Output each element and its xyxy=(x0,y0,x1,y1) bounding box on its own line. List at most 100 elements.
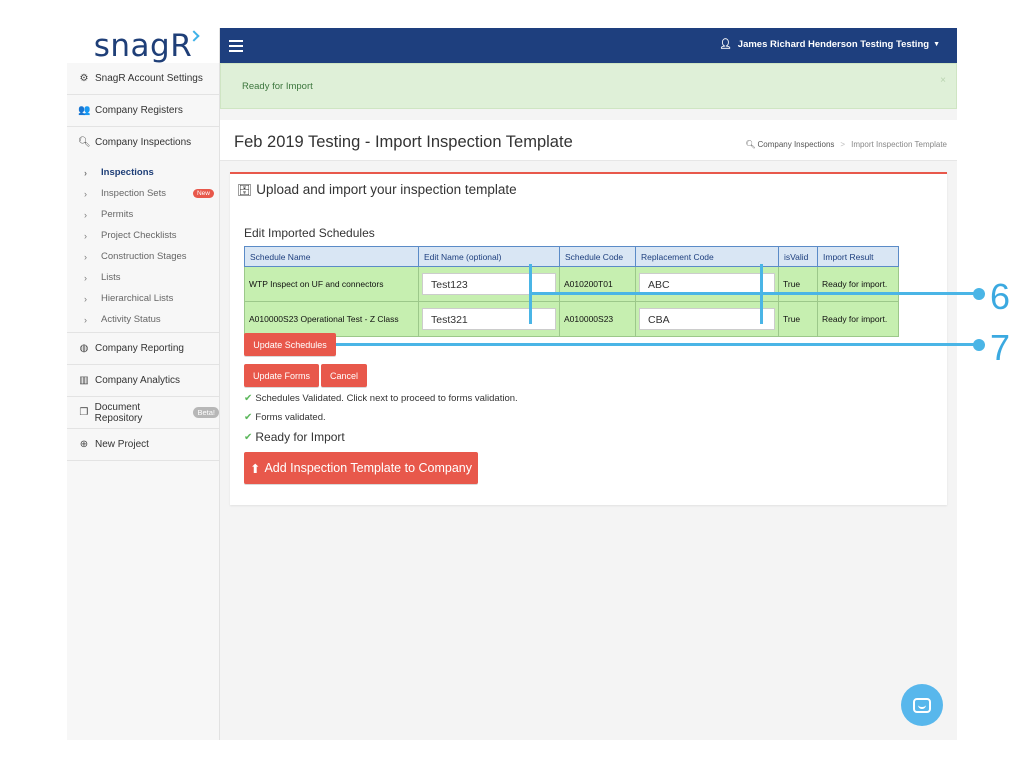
schedule-code-cell: A010000S23 xyxy=(559,301,636,337)
chevron-right-icon: › xyxy=(84,167,87,178)
upload-icon: ⬆ xyxy=(249,461,261,476)
chevron-right-icon: › xyxy=(84,209,87,220)
sidebar-item-label: Company Reporting xyxy=(95,343,184,354)
callout-line-6 xyxy=(530,292,980,295)
panel-title: 🗄︎ Upload and import your inspection tem… xyxy=(237,182,517,197)
sidebar-subitem-project-checklists[interactable]: › Project Checklists xyxy=(67,225,219,246)
sidebar-subitem-label: Construction Stages xyxy=(101,251,187,262)
is-valid-cell: True xyxy=(778,266,818,302)
column-header: Edit Name (optional) xyxy=(418,246,560,267)
sidebar-item-company-inspections[interactable]: 🔍︎ Company Inspections xyxy=(67,127,219,158)
sidebar-subitem-inspections[interactable]: › Inspections xyxy=(67,162,219,183)
inspections-submenu: › Inspections › Inspection Sets New › Pe… xyxy=(67,158,219,333)
table-header-row: Schedule Name Edit Name (optional) Sched… xyxy=(244,246,899,267)
import-panel: 🗄︎ Upload and import your inspection tem… xyxy=(230,172,947,505)
callout-number-7: 7 xyxy=(990,327,1011,368)
sidebar-subitem-lists[interactable]: › Lists xyxy=(67,267,219,288)
check-icon: ✔ xyxy=(244,431,253,443)
is-valid-cell: True xyxy=(778,301,818,337)
sidebar-item-company-analytics[interactable]: ▥ Company Analytics xyxy=(67,365,219,397)
chevron-right-icon: › xyxy=(84,251,87,262)
replacement-code-cell: ABC xyxy=(635,266,779,302)
status-text: Forms validated. xyxy=(255,412,326,423)
column-header: isValid xyxy=(778,246,818,267)
sidebar-item-document-repository[interactable]: ❐ Document Repository Beta! xyxy=(67,397,219,429)
breadcrumb-link[interactable]: Company Inspections xyxy=(757,140,834,149)
import-result-cell: Ready for import. xyxy=(817,301,899,337)
sidebar-item-label: Company Analytics xyxy=(95,375,181,386)
sidebar-item-account-settings[interactable]: ⚙ SnagR Account Settings xyxy=(67,63,219,95)
cancel-button[interactable]: Cancel xyxy=(321,364,367,387)
panel-title-text: Upload and import your inspection templa… xyxy=(256,182,517,197)
breadcrumb-current: Import Inspection Template xyxy=(851,140,947,149)
breadcrumb-separator: > xyxy=(840,140,846,149)
chat-launcher-button[interactable] xyxy=(901,684,943,726)
sidebar-item-label: Company Registers xyxy=(95,105,183,116)
status-text: Ready for Import xyxy=(255,430,345,444)
import-result-cell: Ready for import. xyxy=(817,266,899,302)
plus-circle-icon: ⊕ xyxy=(79,439,89,450)
column-header: Replacement Code xyxy=(635,246,779,267)
sidebar-subitem-label: Permits xyxy=(101,209,134,220)
replacement-code-input[interactable]: CBA xyxy=(639,308,775,330)
success-alert: Ready for Import × xyxy=(220,63,957,109)
schedule-name-cell: A010000S23 Operational Test - Z Class xyxy=(244,301,419,337)
sidebar-item-company-reporting[interactable]: ◍ Company Reporting xyxy=(67,333,219,365)
sidebar-subitem-activity-status[interactable]: › Activity Status xyxy=(67,309,219,330)
schedule-name-cell: WTP Inspect on UF and connectors xyxy=(244,266,419,302)
sidebar-subitem-permits[interactable]: › Permits xyxy=(67,204,219,225)
table-row: A010000S23 Operational Test - Z Class Te… xyxy=(244,301,899,337)
globe-icon: ◍ xyxy=(79,343,89,354)
chat-icon xyxy=(913,697,931,713)
snagr-logo[interactable]: snag R xyxy=(67,27,219,64)
check-icon: ✔ xyxy=(244,393,253,404)
beta-badge: Beta! xyxy=(193,407,219,418)
table-row: WTP Inspect on UF and connectors Test123… xyxy=(244,266,899,302)
new-badge: New xyxy=(192,189,214,198)
section-heading: Edit Imported Schedules xyxy=(244,226,375,240)
schedule-code-cell: A010200T01 xyxy=(559,266,636,302)
logo-text-part: snag xyxy=(93,27,171,64)
sidebar-item-new-project[interactable]: ⊕ New Project xyxy=(67,429,219,461)
sidebar-subitem-construction-stages[interactable]: › Construction Stages xyxy=(67,246,219,267)
database-icon: 🗄︎ xyxy=(237,182,253,197)
user-icon: 👤︎ xyxy=(719,39,732,50)
callout-line-7 xyxy=(336,343,980,346)
callout-number-6: 6 xyxy=(990,276,1011,317)
sidebar-subitem-label: Inspections xyxy=(101,167,154,178)
sidebar: snag R ⚙ SnagR Account Settings 👥 Company… xyxy=(67,28,220,740)
add-template-button[interactable]: ⬆ Add Inspection Template to Company xyxy=(244,452,478,484)
column-header: Schedule Code xyxy=(559,246,636,267)
user-name: James Richard Henderson Testing Testing xyxy=(737,39,930,50)
chevron-right-icon: › xyxy=(84,293,87,304)
edit-name-input[interactable]: Test321 xyxy=(422,308,556,330)
update-schedules-button[interactable]: Update Schedules xyxy=(244,333,336,356)
user-menu[interactable]: 👤︎ James Richard Henderson Testing Testi… xyxy=(719,39,940,50)
hamburger-menu-icon[interactable] xyxy=(229,40,243,55)
search-icon: 🔍︎ xyxy=(78,137,91,148)
edit-name-cell: Test321 xyxy=(418,301,560,337)
users-icon: 👥 xyxy=(78,105,91,116)
update-forms-button[interactable]: Update Forms xyxy=(244,364,319,387)
alert-text: Ready for Import xyxy=(242,81,313,92)
replacement-code-cell: CBA xyxy=(635,301,779,337)
files-icon: ❐ xyxy=(79,407,89,418)
breadcrumb: 🔍︎ Company Inspections > Import Inspecti… xyxy=(745,140,947,149)
sidebar-subitem-inspection-sets[interactable]: › Inspection Sets New xyxy=(67,183,219,204)
column-header: Import Result xyxy=(817,246,899,267)
sidebar-item-company-registers[interactable]: 👥 Company Registers xyxy=(67,95,219,127)
page-title: Feb 2019 Testing - Import Inspection Tem… xyxy=(234,133,573,151)
check-icon: ✔ xyxy=(244,412,253,423)
callout-dot-7 xyxy=(973,339,985,351)
status-ready: ✔ Ready for Import xyxy=(244,430,345,444)
top-navbar: 👤︎ James Richard Henderson Testing Testi… xyxy=(220,28,957,63)
sidebar-item-label: New Project xyxy=(95,439,149,450)
sidebar-subitem-label: Hierarchical Lists xyxy=(101,293,174,304)
status-text: Schedules Validated. Click next to proce… xyxy=(255,393,518,404)
chevron-right-icon: › xyxy=(84,230,87,241)
sidebar-subitem-label: Inspection Sets xyxy=(101,188,166,199)
caret-down-icon: ▼ xyxy=(933,41,940,48)
close-icon[interactable]: × xyxy=(940,75,946,86)
status-forms-validated: ✔ Forms validated. xyxy=(244,412,326,423)
sidebar-subitem-hierarchical-lists[interactable]: › Hierarchical Lists xyxy=(67,288,219,309)
